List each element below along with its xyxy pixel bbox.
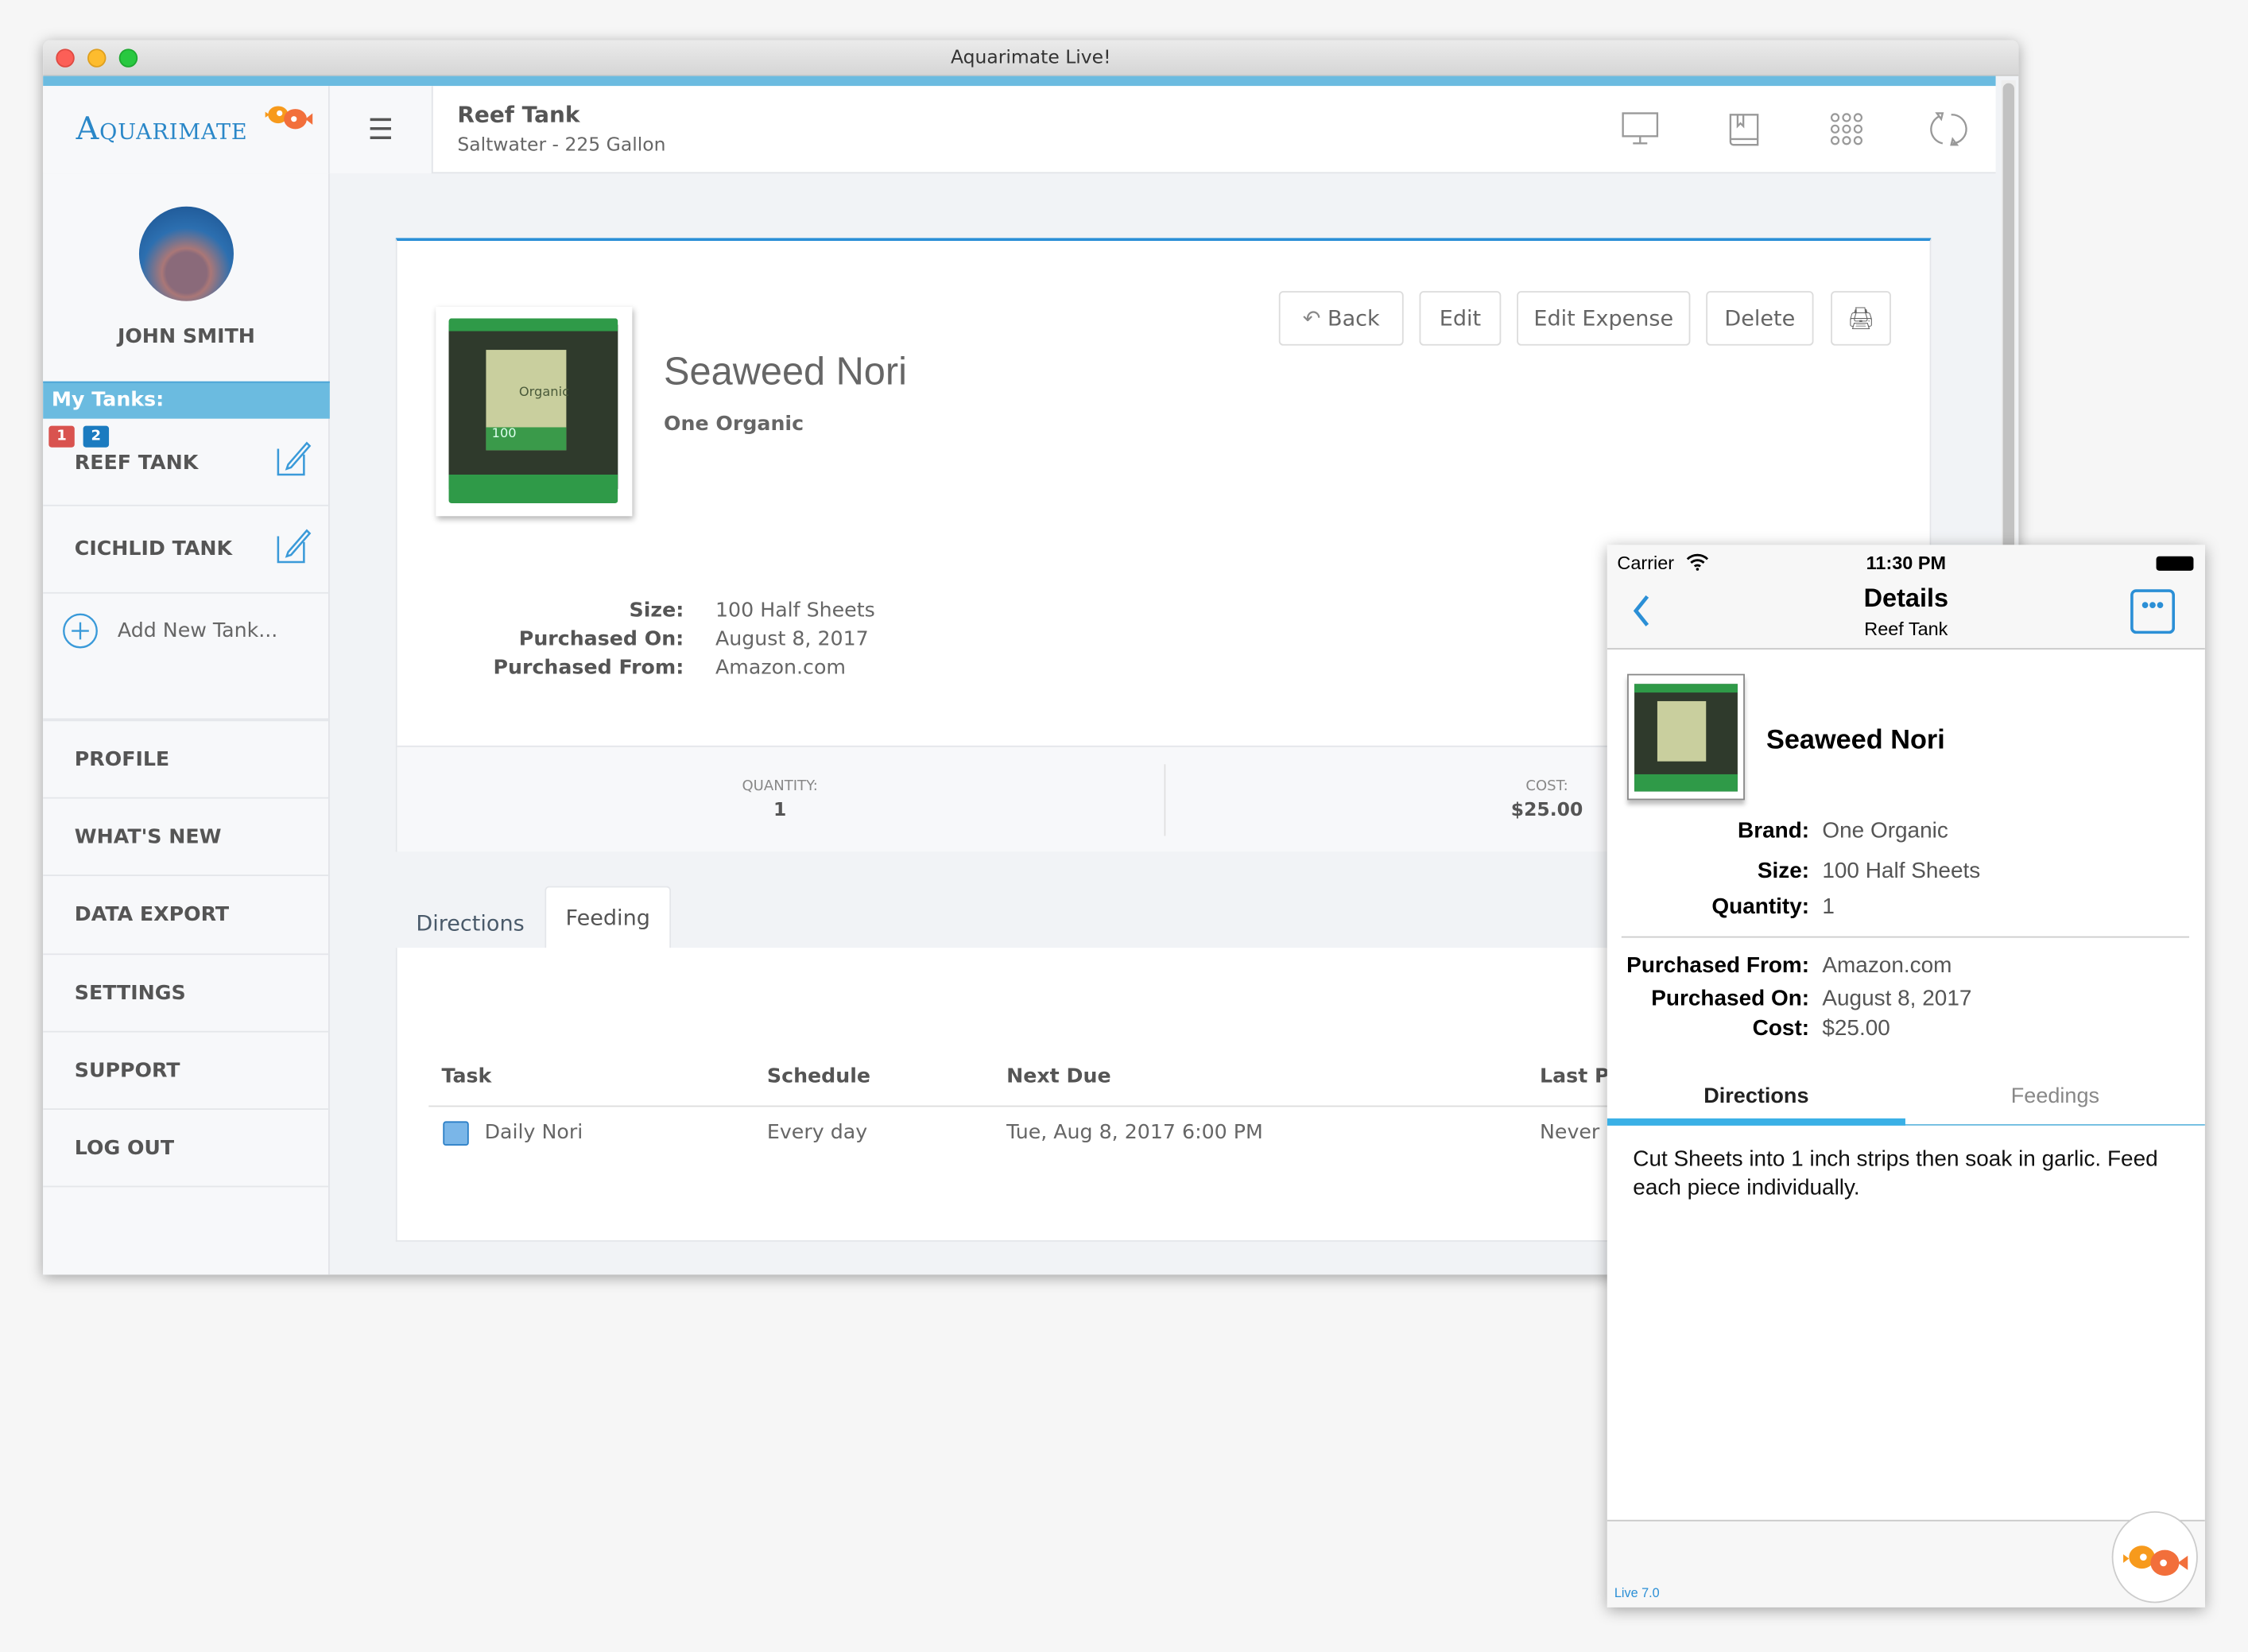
logo[interactable]: Aquarimate xyxy=(43,86,330,174)
sidebar-item-whats-new[interactable]: WHAT'S NEW xyxy=(43,799,330,876)
nav-subtitle: Reef Tank xyxy=(1864,618,1948,640)
sidebar-item-reef-tank[interactable]: 1 2 REEF TANK xyxy=(43,419,330,506)
sidebar-item-support[interactable]: SUPPORT xyxy=(43,1033,330,1110)
tab-directions[interactable]: Directions xyxy=(396,901,545,949)
tank-name: CICHLID TANK xyxy=(74,537,233,561)
badge-alert: 1 xyxy=(48,425,75,448)
sync-icon[interactable] xyxy=(1925,107,1968,150)
sidebar-item-profile[interactable]: PROFILE xyxy=(43,719,330,799)
battery-icon xyxy=(2156,556,2194,571)
tank-name: REEF TANK xyxy=(74,452,199,475)
purchased-on-value: August 8, 2017 xyxy=(1822,986,1972,1011)
fish-logo-icon xyxy=(265,106,313,130)
back-label: Back xyxy=(1327,305,1380,332)
header-title: Reef Tank xyxy=(457,102,580,128)
divider xyxy=(1621,936,2190,938)
edit-icon[interactable] xyxy=(275,440,312,478)
col-task: Task xyxy=(441,1065,492,1088)
mobile-product-title: Seaweed Nori xyxy=(1765,725,1945,756)
task-next-due: Tue, Aug 8, 2017 6:00 PM xyxy=(1006,1121,1263,1145)
task-last-performed: Never xyxy=(1540,1121,1600,1145)
quantity-label: Quantity: xyxy=(1711,894,1810,920)
cost-label: Cost: xyxy=(1752,1016,1810,1041)
size-label: Size: xyxy=(1757,859,1810,883)
monitor-icon[interactable] xyxy=(1620,111,1661,148)
product-title: Seaweed Nori xyxy=(664,350,907,394)
purchased-on-label: Purchased On: xyxy=(518,627,684,651)
product-brand: One Organic xyxy=(664,413,804,436)
mobile-tab-feedings[interactable]: Feedings xyxy=(1905,1084,2205,1108)
purchased-from-value: Amazon.com xyxy=(715,657,846,680)
close-button[interactable] xyxy=(56,48,75,68)
edit-icon[interactable] xyxy=(275,528,312,565)
purchased-on-value: August 8, 2017 xyxy=(715,627,869,651)
mobile-app: Carrier 11:30 PM Details Reef Tank ••• S… xyxy=(1607,545,2205,1607)
size-label: Size: xyxy=(629,599,684,622)
accent-strip xyxy=(43,76,1996,87)
quantity-label: QUANTITY: xyxy=(742,778,818,795)
nav-title: Details xyxy=(1863,584,1949,613)
printer-icon: 🖨 xyxy=(1847,305,1875,332)
quantity-value: 1 xyxy=(773,800,787,822)
fish-home-button[interactable] xyxy=(2111,1510,2198,1604)
tab-feeding[interactable]: Feeding xyxy=(545,886,672,949)
purchased-on-label: Purchased On: xyxy=(1651,986,1810,1011)
grid-icon[interactable] xyxy=(1827,111,1867,148)
reply-icon: ↶ xyxy=(1302,305,1321,332)
zoom-button[interactable] xyxy=(118,48,138,68)
size-value: 100 Half Sheets xyxy=(1822,859,1981,883)
delete-button[interactable]: Delete xyxy=(1706,291,1814,346)
minimize-button[interactable] xyxy=(87,48,107,68)
quantity-value: 1 xyxy=(1822,894,1835,920)
purchased-from-value: Amazon.com xyxy=(1822,953,1952,979)
edit-expense-button[interactable]: Edit Expense xyxy=(1517,291,1691,346)
calendar-icon xyxy=(443,1121,469,1146)
mobile-product-image xyxy=(1627,673,1745,801)
task-name: Daily Nori xyxy=(484,1121,583,1145)
purchased-from-label: Purchased From: xyxy=(1626,953,1810,979)
title-bar: Aquarimate Live! xyxy=(43,40,2019,76)
directions-text: Cut Sheets into 1 inch strips then soak … xyxy=(1633,1146,2158,1200)
edit-button[interactable]: Edit xyxy=(1419,291,1502,346)
window-title: Aquarimate Live! xyxy=(951,47,1111,69)
badge-info: 2 xyxy=(83,425,110,448)
top-header: Aquarimate ☰ Reef Tank Saltwater - 225 G… xyxy=(43,86,1996,174)
mobile-nav-bar: Carrier 11:30 PM Details Reef Tank ••• xyxy=(1607,545,2205,650)
active-tab-indicator xyxy=(1607,1118,1905,1126)
my-tanks-header: My Tanks: xyxy=(43,381,330,419)
add-new-tank-button[interactable]: Add New Tank... xyxy=(43,594,330,720)
col-schedule: Schedule xyxy=(766,1065,871,1088)
brand-value: One Organic xyxy=(1822,818,1948,843)
menu-toggle-button[interactable]: ☰ xyxy=(329,86,433,174)
add-tank-label: Add New Tank... xyxy=(117,619,278,642)
sidebar: JOHN SMITH My Tanks: 1 2 REEF TANK CICHL… xyxy=(43,173,330,1275)
purchased-from-label: Purchased From: xyxy=(493,657,684,680)
task-schedule: Every day xyxy=(766,1121,868,1145)
status-time: 11:30 PM xyxy=(1866,552,1947,574)
print-button[interactable]: 🖨 xyxy=(1831,291,1891,346)
header-subtitle: Saltwater - 225 Gallon xyxy=(457,134,666,157)
avatar[interactable] xyxy=(138,206,234,301)
logo-text: Aquarimate xyxy=(76,111,248,148)
plus-circle-icon xyxy=(63,613,98,649)
sidebar-item-log-out[interactable]: LOG OUT xyxy=(43,1110,330,1188)
brand-label: Brand: xyxy=(1738,818,1810,843)
cost-value: $25.00 xyxy=(1822,1016,1890,1041)
more-options-button[interactable]: ••• xyxy=(2130,589,2176,634)
version-label: Live 7.0 xyxy=(1614,1585,1660,1600)
mobile-tab-directions[interactable]: Directions xyxy=(1607,1084,1905,1108)
sidebar-item-cichlid-tank[interactable]: CICHLID TANK xyxy=(43,506,330,594)
product-image: 100 Organic xyxy=(436,306,633,517)
sidebar-item-data-export[interactable]: DATA EXPORT xyxy=(43,876,330,956)
hamburger-icon: ☰ xyxy=(367,111,394,146)
col-next-due: Next Due xyxy=(1006,1065,1111,1088)
book-icon[interactable] xyxy=(1723,109,1764,149)
size-value: 100 Half Sheets xyxy=(715,599,875,622)
back-button[interactable]: ↶ Back xyxy=(1278,291,1404,346)
sidebar-item-settings[interactable]: SETTINGS xyxy=(43,955,330,1033)
fish-logo-icon xyxy=(2123,1545,2188,1576)
ellipsis-icon: ••• xyxy=(2141,593,2165,619)
user-name: JOHN SMITH xyxy=(117,325,255,349)
